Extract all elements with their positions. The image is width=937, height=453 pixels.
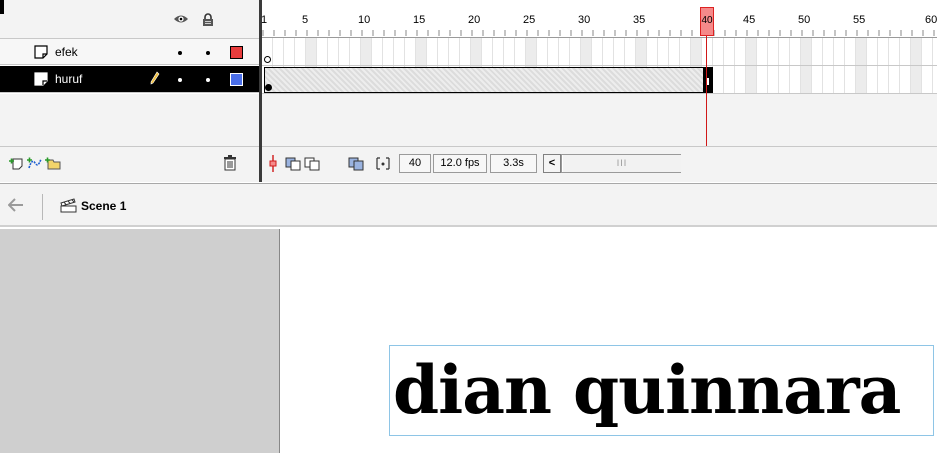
layer-name: efek: [55, 45, 78, 59]
text-field-selection[interactable]: dian quinnara: [389, 345, 934, 436]
ruler-number: 30: [578, 14, 591, 26]
layer-row-huruf[interactable]: huruf: [0, 66, 259, 93]
ruler-number: 55: [853, 14, 866, 26]
playhead-line: [706, 36, 707, 151]
playhead[interactable]: 40: [700, 7, 714, 36]
scroll-left-button[interactable]: <: [543, 154, 561, 173]
frame-row-efek[interactable]: [262, 38, 937, 66]
current-frame-field: 40: [399, 154, 431, 173]
onion-skin-outlines-icon[interactable]: [304, 155, 320, 172]
ruler-number: 50: [798, 14, 811, 26]
lock-icon[interactable]: [200, 13, 216, 27]
insert-layer-icon[interactable]: [9, 156, 23, 170]
delete-layer-icon[interactable]: [222, 155, 238, 171]
ruler-number: 60: [925, 14, 937, 26]
elapsed-time-field: 3.3s: [490, 154, 537, 173]
ruler-number: 20: [468, 14, 481, 26]
pasteboard: [0, 229, 279, 453]
empty-keyframe[interactable]: [264, 56, 271, 63]
edit-bar: Scene 1: [0, 183, 937, 227]
horizontal-scrollbar[interactable]: III: [561, 154, 681, 173]
visibility-dot[interactable]: [178, 78, 182, 82]
frame-ruler[interactable]: 1 5 10 15 20 25 30 35 45 50 55 60: [261, 0, 937, 38]
frame-row-huruf[interactable]: [262, 66, 937, 94]
eye-icon[interactable]: [173, 13, 189, 27]
ruler-number: 45: [743, 14, 756, 26]
layer-header: [0, 0, 259, 38]
layer-icon: [34, 45, 49, 59]
edit-bar-separator: [42, 194, 43, 220]
outline-color-swatch[interactable]: [230, 46, 243, 59]
end-keyframe[interactable]: [703, 67, 713, 93]
ruler-number: 15: [413, 14, 426, 26]
scene-icon: [60, 198, 77, 213]
timeline-status-bar: 40 12.0 fps 3.3s < III: [262, 146, 937, 182]
outline-icon[interactable]: [0, 0, 4, 14]
keyframe[interactable]: [265, 84, 272, 91]
center-frame-icon[interactable]: [265, 155, 281, 172]
modify-onion-markers-icon[interactable]: [375, 155, 391, 172]
frames-grid[interactable]: [262, 38, 937, 146]
frames-empty-area: [262, 94, 937, 146]
visibility-dot[interactable]: [178, 51, 182, 55]
ruler-number: 10: [358, 14, 371, 26]
ruler-number: 35: [633, 14, 646, 26]
onion-skin-icon[interactable]: [285, 155, 301, 172]
tween-span[interactable]: [264, 67, 703, 93]
pencil-icon: [150, 71, 160, 88]
layer-name: huruf: [55, 72, 83, 86]
playhead-frame-label: 40: [701, 15, 713, 26]
frame-rate-field[interactable]: 12.0 fps: [433, 154, 487, 173]
layer-row-efek[interactable]: efek: [0, 38, 259, 65]
layers-empty-area: [0, 94, 259, 146]
layer-icon: [34, 72, 49, 86]
stage-text[interactable]: dian quinnara: [390, 350, 933, 430]
scrollbar-thumb[interactable]: III: [562, 155, 681, 172]
ruler-number: 25: [523, 14, 536, 26]
ruler-number: 1: [261, 14, 268, 26]
back-arrow-icon[interactable]: [7, 198, 24, 215]
add-motion-guide-icon[interactable]: [27, 156, 42, 170]
timeline-panel: efek huruf 1 5 10 15 20 25 30 35 45 50 5…: [0, 0, 937, 182]
lock-dot[interactable]: [206, 51, 210, 55]
layer-footer: [0, 146, 259, 182]
ruler-number: 5: [302, 14, 309, 26]
insert-folder-icon[interactable]: [45, 156, 61, 170]
outline-color-swatch[interactable]: [230, 73, 243, 86]
lock-dot[interactable]: [206, 78, 210, 82]
scene-label[interactable]: Scene 1: [81, 199, 126, 213]
edit-multiple-frames-icon[interactable]: [348, 155, 364, 172]
